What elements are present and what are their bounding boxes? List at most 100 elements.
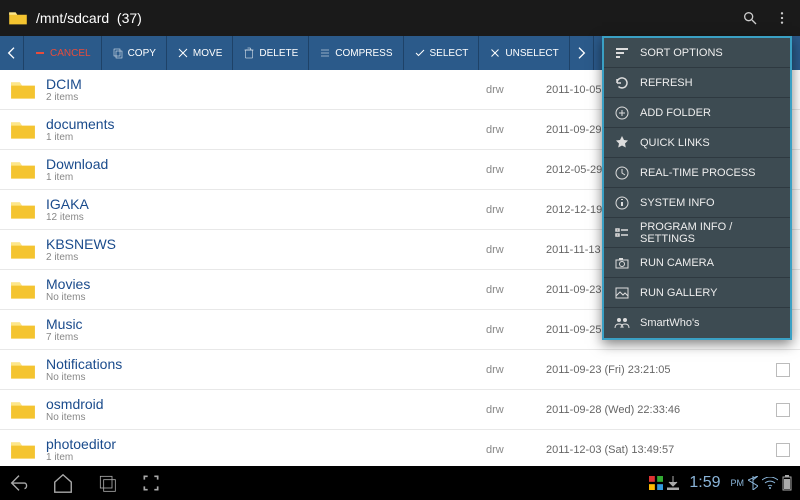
apps-indicator-icon [649, 476, 663, 490]
menu-label: REFRESH [640, 77, 693, 89]
bluetooth-icon [748, 476, 758, 490]
compress-label: COMPRESS [335, 48, 392, 59]
refresh-icon [614, 75, 630, 91]
file-permissions: drw [486, 404, 546, 416]
context-menu: SORT OPTIONS REFRESH ADD FOLDER QUICK LINKS… [602, 36, 792, 340]
file-permissions: drw [486, 124, 546, 136]
wifi-icon [762, 477, 778, 489]
unselect-button[interactable]: UNSELECT [479, 36, 569, 70]
menu-label: QUICK LINKS [640, 137, 710, 149]
file-permissions: drw [486, 444, 546, 456]
file-name: Movies [46, 276, 486, 292]
file-subtitle: No items [46, 372, 486, 383]
file-subtitle: 2 items [46, 252, 486, 263]
file-row[interactable]: photoeditor 1 item drw 2011-12-03 (Sat) … [0, 430, 800, 466]
menu-item-sort[interactable]: SORT OPTIONS [604, 38, 790, 68]
file-date: 2011-09-28 (Wed) 22:33:46 [546, 404, 766, 416]
gallery-icon [614, 285, 630, 301]
menu-item-quicklinks[interactable]: QUICK LINKS [604, 128, 790, 158]
battery-icon [782, 475, 792, 491]
screenshot-button[interactable] [140, 472, 162, 494]
file-checkbox[interactable] [776, 403, 790, 417]
file-name: osmdroid [46, 396, 486, 412]
search-icon[interactable] [740, 8, 760, 28]
toolbar-right-arrow[interactable] [570, 36, 594, 70]
move-button[interactable]: MOVE [167, 36, 233, 70]
titlebar: /mnt/sdcard (37) [0, 0, 800, 36]
sysinfo-icon [614, 195, 630, 211]
file-subtitle: No items [46, 412, 486, 423]
path-title: /mnt/sdcard (37) [36, 10, 728, 26]
programinfo-icon [614, 225, 630, 241]
file-subtitle: 1 item [46, 172, 486, 183]
menu-item-realtime[interactable]: REAL-TIME PROCESS [604, 158, 790, 188]
folder-icon [10, 439, 36, 461]
unselect-label: UNSELECT [505, 48, 558, 59]
menu-item-addfolder[interactable]: ADD FOLDER [604, 98, 790, 128]
menu-label: PROGRAM INFO / SETTINGS [640, 221, 780, 245]
clock-time: 1:59 [689, 474, 720, 492]
select-button[interactable]: SELECT [404, 36, 480, 70]
move-icon [177, 47, 189, 59]
file-name: documents [46, 116, 486, 132]
back-button[interactable] [8, 472, 30, 494]
menu-label: ADD FOLDER [640, 107, 711, 119]
menu-item-smartwho[interactable]: SmartWho's [604, 308, 790, 338]
check-icon [414, 47, 426, 59]
menu-label: REAL-TIME PROCESS [640, 167, 756, 179]
select-label: SELECT [430, 48, 469, 59]
file-subtitle: 7 items [46, 332, 486, 343]
file-row[interactable]: Notifications No items drw 2011-09-23 (F… [0, 350, 800, 390]
folder-icon [8, 10, 28, 26]
file-date: 2011-12-03 (Sat) 13:49:57 [546, 444, 766, 456]
file-subtitle: No items [46, 292, 486, 303]
delete-button[interactable]: DELETE [233, 36, 309, 70]
folder-icon [10, 359, 36, 381]
menu-label: SORT OPTIONS [640, 47, 723, 59]
menu-label: SmartWho's [640, 317, 700, 329]
folder-icon [10, 319, 36, 341]
folder-icon [10, 279, 36, 301]
copy-button[interactable]: COPY [102, 36, 167, 70]
folder-icon [10, 239, 36, 261]
overflow-menu-icon[interactable] [772, 8, 792, 28]
file-name: Notifications [46, 356, 486, 372]
menu-item-refresh[interactable]: REFRESH [604, 68, 790, 98]
menu-item-programinfo[interactable]: PROGRAM INFO / SETTINGS [604, 218, 790, 248]
file-permissions: drw [486, 364, 546, 376]
download-icon [667, 476, 679, 490]
file-row[interactable]: osmdroid No items drw 2011-09-28 (Wed) 2… [0, 390, 800, 430]
status-area: 1:59 PM [649, 474, 792, 492]
file-subtitle: 1 item [46, 452, 486, 463]
sort-icon [614, 45, 630, 61]
menu-item-camera[interactable]: RUN CAMERA [604, 248, 790, 278]
file-permissions: drw [486, 324, 546, 336]
addfolder-icon [614, 105, 630, 121]
recent-apps-button[interactable] [96, 472, 118, 494]
menu-item-gallery[interactable]: RUN GALLERY [604, 278, 790, 308]
toolbar-left-arrow[interactable] [0, 36, 24, 70]
folder-icon [10, 119, 36, 141]
smartwho-icon [614, 315, 630, 331]
copy-icon [112, 47, 124, 59]
file-subtitle: 12 items [46, 212, 486, 223]
folder-icon [10, 159, 36, 181]
file-name: IGAKA [46, 196, 486, 212]
file-name: DCIM [46, 76, 486, 92]
file-permissions: drw [486, 204, 546, 216]
menu-label: SYSTEM INFO [640, 197, 715, 209]
realtime-icon [614, 165, 630, 181]
x-icon [489, 47, 501, 59]
trash-icon [243, 47, 255, 59]
home-button[interactable] [52, 472, 74, 494]
file-checkbox[interactable] [776, 443, 790, 457]
folder-icon [10, 199, 36, 221]
menu-label: RUN CAMERA [640, 257, 714, 269]
cancel-button[interactable]: CANCEL [24, 36, 102, 70]
cancel-label: CANCEL [50, 48, 91, 59]
quicklinks-icon [614, 135, 630, 151]
system-navbar: 1:59 PM [0, 466, 800, 500]
compress-button[interactable]: COMPRESS [309, 36, 403, 70]
file-checkbox[interactable] [776, 363, 790, 377]
menu-item-sysinfo[interactable]: SYSTEM INFO [604, 188, 790, 218]
